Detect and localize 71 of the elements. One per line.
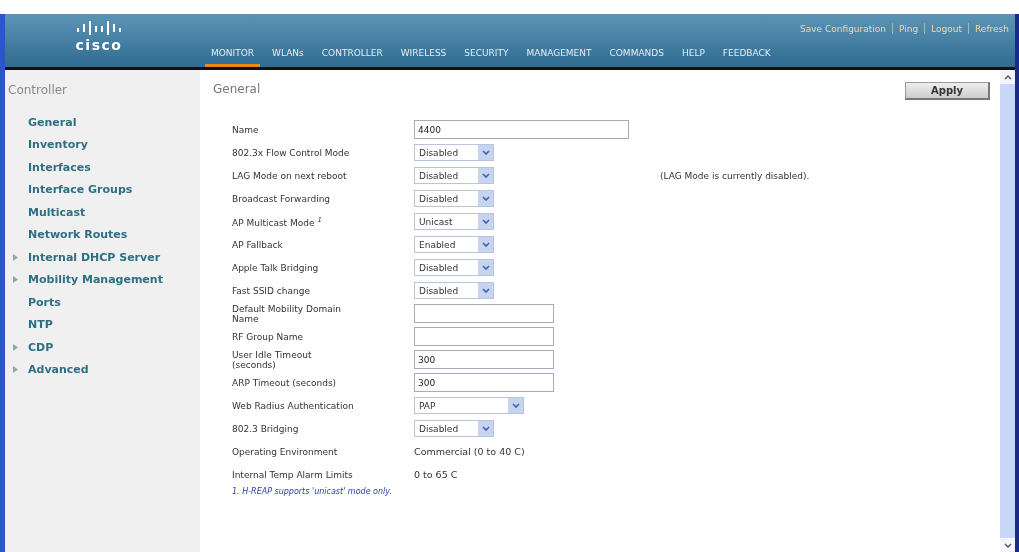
field-label: RF Group Name [232, 331, 305, 342]
field-label: Internal Temp Alarm Limits [232, 469, 354, 480]
expand-arrow-icon[interactable] [13, 343, 18, 351]
header-link[interactable]: Refresh [975, 23, 1009, 34]
sidebar-item[interactable]: Network Routes [28, 228, 128, 242]
sidebar-item[interactable]: Interface Groups [28, 183, 133, 197]
text-field[interactable] [414, 327, 554, 346]
field-label: Broadcast Forwarding [232, 193, 332, 204]
expand-arrow-icon[interactable] [13, 276, 18, 284]
scrollbar[interactable] [1000, 70, 1015, 552]
nav-tab[interactable]: COMMANDS [603, 45, 670, 67]
nav-tab[interactable]: WLANs [266, 45, 310, 67]
dropdown[interactable]: Disabled [414, 144, 494, 161]
logo-bars-icon [76, 21, 122, 35]
field-label: ARP Timeout (seconds) [232, 377, 338, 388]
dropdown[interactable]: Disabled [414, 420, 494, 437]
page-title: General [213, 82, 261, 96]
field-label: Apple Talk Bridging [232, 262, 320, 273]
sidebar-item[interactable]: Inventory [28, 138, 88, 152]
dropdown[interactable]: Disabled [414, 190, 494, 207]
field-label: User Idle Timeout (seconds) [232, 349, 313, 370]
sidebar-item[interactable]: Advanced [28, 363, 89, 377]
text-field[interactable]: 300 [414, 373, 554, 392]
header-link[interactable]: Logout [931, 23, 962, 34]
field-label: 802.3x Flow Control Mode [232, 147, 351, 158]
sidebar-item[interactable]: Mobility Management [28, 273, 163, 287]
field-label: LAG Mode on next reboot [232, 170, 348, 181]
text-field[interactable]: 4400 [414, 120, 629, 139]
nav-tab[interactable]: FEEDBACK [716, 45, 777, 67]
text-field[interactable]: 300 [414, 350, 554, 369]
header-link[interactable]: Save Configuration [800, 23, 886, 34]
header-link[interactable]: Ping [899, 23, 919, 34]
logo-text: cisco [75, 37, 123, 53]
footnote: 1. H-REAP supports 'unicast' mode only. [232, 487, 393, 496]
field-label: Name [232, 124, 260, 135]
field-label: Web Radius Authentication [232, 400, 355, 411]
field-label: Fast SSID change [232, 285, 311, 296]
expand-arrow-icon[interactable] [13, 366, 18, 374]
nav-tab[interactable]: MANAGEMENT [520, 45, 598, 67]
field-value: 0 to 65 C [414, 469, 458, 480]
sidebar-item[interactable]: CDP [28, 340, 54, 354]
field-label: AP Fallback [232, 239, 284, 250]
apply-button[interactable]: Apply [905, 82, 990, 100]
dropdown[interactable]: Disabled [414, 259, 494, 276]
field-label: Default Mobility Domain Name [232, 303, 342, 324]
dropdown[interactable]: PAP [414, 397, 524, 414]
field-label: AP Multicast Mode $^{1}$ [232, 215, 323, 228]
scroll-down-icon[interactable] [1000, 538, 1015, 552]
dropdown[interactable]: Enabled [414, 236, 494, 253]
field-value: Commercial (0 to 40 C) [414, 446, 525, 457]
sidebar-item[interactable]: Internal DHCP Server [28, 250, 161, 264]
nav-tab[interactable]: WIRELESS [394, 45, 453, 67]
sidebar-title: Controller [7, 83, 69, 97]
dropdown[interactable]: Disabled [414, 167, 494, 184]
nav-tab[interactable]: CONTROLLER [315, 45, 389, 67]
field-label: 802.3 Bridging [232, 423, 300, 434]
field-label: Operating Environment [232, 446, 339, 457]
expand-arrow-icon[interactable] [13, 253, 18, 261]
sidebar-item[interactable]: General [28, 115, 77, 129]
nav-tab[interactable]: MONITOR [205, 45, 261, 67]
sidebar-item[interactable]: NTP [28, 318, 53, 332]
field-note: (LAG Mode is currently disabled). [660, 170, 810, 181]
dropdown[interactable]: Unicast [414, 213, 494, 230]
dropdown[interactable]: Disabled [414, 282, 494, 299]
sidebar-item[interactable]: Interfaces [28, 160, 91, 174]
scroll-up-icon[interactable] [1000, 70, 1015, 84]
nav-tab[interactable]: HELP [675, 45, 711, 67]
nav-tab[interactable]: SECURITY [458, 45, 515, 67]
text-field[interactable] [414, 304, 554, 323]
sidebar-item[interactable]: Ports [28, 295, 61, 309]
sidebar-item[interactable]: Multicast [28, 205, 86, 219]
